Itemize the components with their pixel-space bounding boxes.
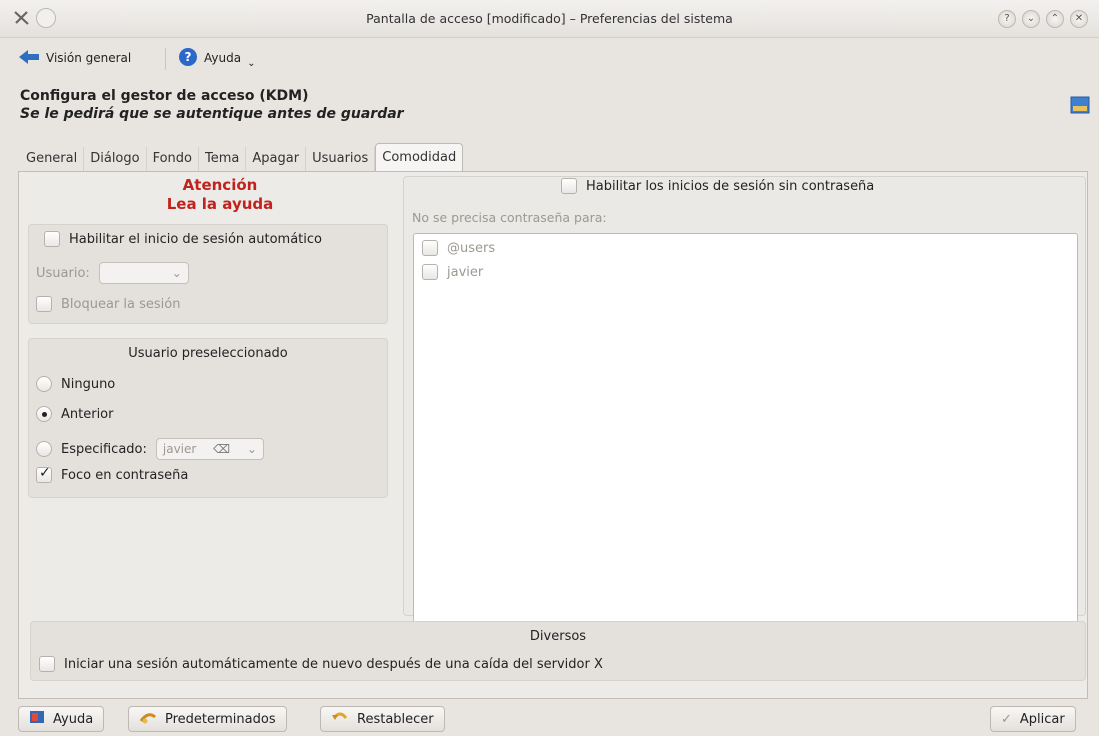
help-button-label: Ayuda bbox=[53, 711, 94, 727]
chevron-down-icon: ⌄ bbox=[171, 266, 182, 280]
passwordless-row[interactable]: Habilitar los inicios de sesión sin cont… bbox=[561, 178, 874, 194]
list-item-checkbox[interactable] bbox=[422, 264, 438, 280]
chevron-down-icon: ⌄ bbox=[246, 442, 257, 456]
tab-general[interactable]: General bbox=[20, 147, 85, 171]
help-button[interactable]: Ayuda bbox=[18, 706, 105, 732]
defaults-icon bbox=[139, 709, 157, 729]
autologin-row[interactable]: Habilitar el inicio de sesión automático bbox=[44, 231, 322, 247]
help-icon: ? bbox=[178, 47, 198, 70]
misc-title: Diversos bbox=[529, 629, 587, 644]
toolbar: Visión general ? Ayuda ⌄ bbox=[0, 40, 1099, 76]
toolbar-separator bbox=[165, 48, 166, 70]
help-menu-button[interactable]: ? Ayuda ⌄ bbox=[178, 44, 255, 72]
window-title: Pantalla de acceso [modificado] – Prefer… bbox=[366, 11, 733, 26]
focus-password-checkbox[interactable] bbox=[36, 465, 52, 483]
passwordless-label: Habilitar los inicios de sesión sin cont… bbox=[586, 178, 875, 194]
svg-text:?: ? bbox=[185, 50, 192, 64]
radio-none-row[interactable]: Ninguno bbox=[36, 376, 115, 392]
list-item[interactable]: javier bbox=[422, 264, 483, 280]
radio-previous-label: Anterior bbox=[61, 406, 114, 422]
user-row: Usuario: ⌄ bbox=[36, 262, 189, 284]
lock-session-label: Bloquear la sesión bbox=[61, 296, 181, 312]
specified-user-select[interactable]: javier ⌫ ⌄ bbox=[155, 438, 264, 460]
tab-dialog[interactable]: Diálogo bbox=[84, 147, 147, 171]
lock-row[interactable]: Bloquear la sesión bbox=[36, 296, 180, 312]
clear-text-icon[interactable]: ⌫ bbox=[213, 442, 230, 456]
restart-label: Iniciar una sesión automáticamente de nu… bbox=[64, 656, 603, 672]
help-book-icon bbox=[29, 709, 45, 729]
close-button[interactable]: ✕ bbox=[1070, 10, 1088, 28]
help-label: Ayuda bbox=[204, 51, 242, 65]
overview-label: Visión general bbox=[46, 51, 132, 65]
defaults-button[interactable]: Predeterminados bbox=[128, 706, 287, 732]
minimize-button[interactable]: ⌄ bbox=[1022, 10, 1040, 28]
maximize-button[interactable]: ⌃ bbox=[1046, 10, 1064, 28]
no-password-caption: No se precisa contraseña para: bbox=[412, 210, 607, 225]
list-item-label: javier bbox=[447, 264, 484, 280]
passwordless-user-list[interactable]: @users javier bbox=[413, 233, 1078, 623]
page-subtitle: Se le pedirá que se autentique antes de … bbox=[20, 106, 404, 122]
restart-checkbox[interactable] bbox=[39, 656, 55, 672]
list-item-checkbox[interactable] bbox=[422, 240, 438, 256]
radio-specified-label: Especificado: bbox=[61, 441, 147, 457]
tab-theme[interactable]: Tema bbox=[199, 147, 247, 171]
radio-none[interactable] bbox=[36, 376, 52, 392]
passwordless-checkbox[interactable] bbox=[561, 178, 577, 194]
chevron-down-icon: ⌄ bbox=[247, 57, 256, 69]
defaults-button-label: Predeterminados bbox=[165, 711, 276, 727]
user-label: Usuario: bbox=[36, 265, 90, 281]
focus-password-label: Foco en contraseña bbox=[61, 467, 189, 483]
tab-background[interactable]: Fondo bbox=[147, 147, 200, 171]
tab-bar: General Diálogo Fondo Tema Apagar Usuari… bbox=[20, 143, 464, 171]
user-picture-icon bbox=[1070, 96, 1090, 118]
button-bar: Ayuda Predeterminados Restablecer ✓ Apli… bbox=[0, 700, 1099, 736]
tab-convenience[interactable]: Comodidad bbox=[375, 143, 464, 171]
reset-icon bbox=[331, 709, 349, 729]
restart-row[interactable]: Iniciar una sesión automáticamente de nu… bbox=[39, 656, 603, 672]
radio-specified[interactable] bbox=[36, 441, 52, 457]
apply-button[interactable]: ✓ Aplicar bbox=[990, 706, 1076, 732]
radio-previous[interactable] bbox=[36, 406, 52, 422]
radio-specified-row[interactable]: Especificado: javier ⌫ ⌄ bbox=[36, 438, 264, 460]
radio-previous-row[interactable]: Anterior bbox=[36, 406, 113, 422]
radio-none-label: Ninguno bbox=[61, 376, 116, 392]
window-titlebar: Pantalla de acceso [modificado] – Prefer… bbox=[0, 0, 1099, 38]
back-arrow-icon bbox=[18, 49, 40, 68]
list-item[interactable]: @users bbox=[422, 240, 495, 256]
list-item-label: @users bbox=[447, 240, 496, 256]
user-select[interactable]: ⌄ bbox=[98, 262, 189, 284]
tab-shutdown[interactable]: Apagar bbox=[246, 147, 307, 171]
tab-users[interactable]: Usuarios bbox=[306, 147, 376, 171]
page-title: Configura el gestor de acceso (KDM) bbox=[20, 88, 309, 104]
reset-button-label: Restablecer bbox=[357, 711, 434, 727]
apply-button-label: Aplicar bbox=[1019, 711, 1065, 727]
help-window-button[interactable]: ? bbox=[998, 10, 1016, 28]
attention-text: Atención bbox=[182, 176, 258, 194]
preselected-title: Usuario preseleccionado bbox=[128, 346, 288, 361]
reset-button[interactable]: Restablecer bbox=[320, 706, 445, 732]
apply-check-icon: ✓ bbox=[1001, 711, 1012, 727]
lock-session-checkbox[interactable] bbox=[36, 296, 52, 312]
autologin-label: Habilitar el inicio de sesión automático bbox=[69, 231, 322, 247]
overview-button[interactable]: Visión general bbox=[18, 44, 131, 72]
read-help-text: Lea la ayuda bbox=[166, 195, 274, 213]
focus-password-row[interactable]: Foco en contraseña bbox=[36, 465, 189, 483]
specified-user-value: javier bbox=[162, 442, 197, 456]
autologin-checkbox[interactable] bbox=[44, 231, 60, 247]
